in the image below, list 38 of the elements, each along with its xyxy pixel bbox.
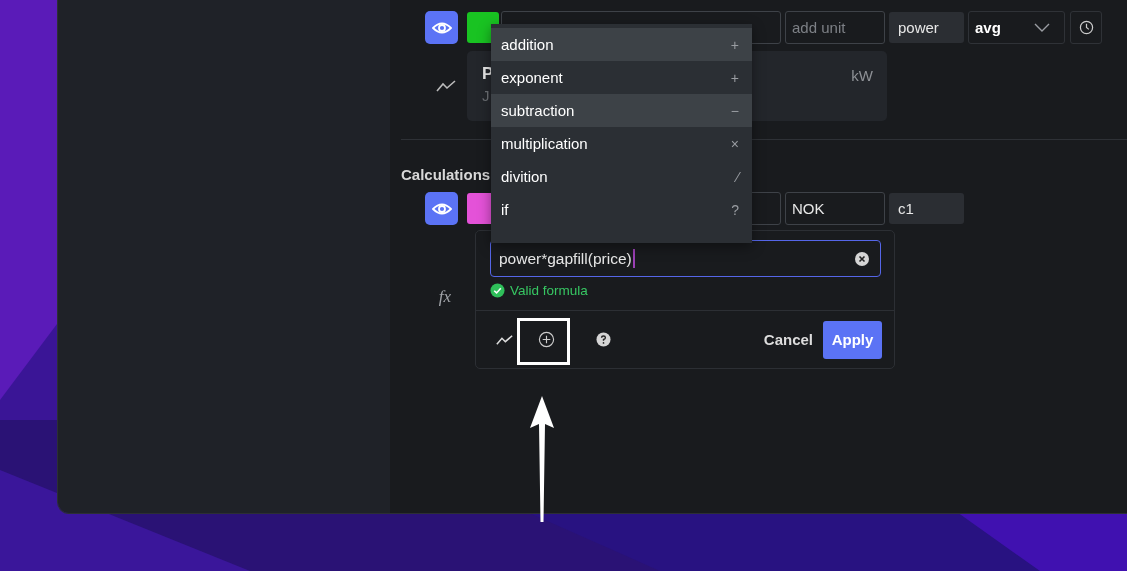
add-button[interactable] — [538, 331, 555, 348]
help-icon — [596, 332, 611, 347]
clock-icon — [1078, 20, 1094, 35]
menu-item[interactable]: multiplication × — [491, 127, 752, 160]
visibility-toggle[interactable] — [425, 192, 458, 225]
line-chart-icon — [496, 333, 513, 346]
variable-tag: c1 — [889, 193, 964, 224]
line-chart-icon — [436, 79, 456, 93]
visibility-toggle[interactable] — [425, 11, 458, 44]
variable-tag: power — [889, 12, 964, 43]
highlight-frame — [517, 318, 570, 365]
operator-symbol: + — [730, 36, 739, 53]
apply-button[interactable]: Apply — [823, 320, 882, 359]
help-button[interactable] — [596, 332, 611, 347]
operator-symbol: − — [730, 102, 739, 119]
menu-item[interactable]: exponent + — [491, 61, 752, 94]
series-subtitle: J — [482, 87, 491, 104]
operator-symbol: × — [730, 135, 739, 152]
unit-field[interactable]: add unit — [785, 11, 885, 44]
chevron-down-icon — [1034, 22, 1050, 33]
section-heading: Calculations — [401, 166, 491, 183]
unit-field[interactable]: NOK — [785, 192, 885, 225]
history-button[interactable] — [1070, 11, 1102, 44]
cancel-button[interactable]: Cancel — [763, 331, 813, 348]
menu-item[interactable]: divition ⁄ — [491, 160, 752, 193]
menu-item[interactable]: addition + — [491, 28, 752, 61]
menu-item[interactable]: subtraction − — [491, 94, 752, 127]
operator-symbol: ⁄ — [736, 168, 739, 185]
menu-item[interactable]: if ? — [491, 193, 752, 226]
clear-icon[interactable] — [854, 250, 870, 267]
operator-symbol: ? — [731, 201, 739, 218]
unit-label: kW — [851, 67, 873, 86]
aggregation-select[interactable]: avg — [968, 11, 1065, 44]
chart-button[interactable] — [496, 333, 513, 346]
operator-symbol: + — [730, 69, 739, 86]
function-icon: fx — [434, 287, 456, 307]
plus-circle-icon — [538, 331, 555, 348]
validation-message: Valid formula — [510, 283, 588, 298]
